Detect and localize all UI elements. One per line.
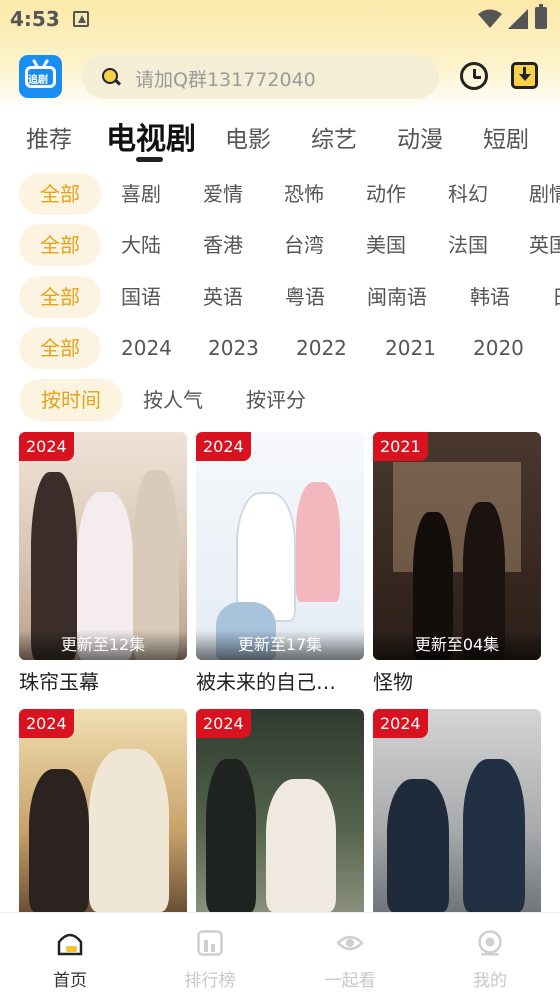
filter-chip[interactable]: 日语 — [552, 276, 560, 318]
download-icon[interactable] — [511, 62, 538, 89]
filter-chip[interactable]: 全部 — [19, 173, 101, 215]
notification-a-icon — [73, 11, 89, 27]
nav-label: 首页 — [53, 971, 87, 991]
nav-label: 我的 — [473, 971, 507, 991]
tab-anime[interactable]: 动漫 — [397, 120, 443, 154]
filter-row-language: 全部 国语 英语 粤语 闽南语 韩语 日语 — [0, 276, 560, 320]
year-badge: 2024 — [373, 709, 428, 738]
show-poster: 2024 更新至12集 — [19, 432, 187, 660]
filter-chip[interactable]: 全部 — [19, 276, 101, 318]
app-logo[interactable]: 追剧 — [19, 55, 62, 98]
show-poster: 2024 — [19, 709, 187, 912]
eye-icon — [337, 935, 363, 951]
filter-chip[interactable]: 科幻 — [448, 173, 488, 215]
filter-chip[interactable]: 2022 — [296, 327, 347, 369]
filter-chip[interactable]: 闽南语 — [367, 276, 427, 318]
filter-chip[interactable]: 恐怖 — [284, 173, 324, 215]
show-title: 怪物 — [373, 670, 413, 694]
history-icon[interactable] — [460, 62, 488, 90]
tab-movies[interactable]: 电影 — [225, 120, 271, 154]
cell-signal-icon — [508, 9, 528, 29]
filter-chip[interactable]: 法国 — [448, 224, 488, 266]
filter-chip[interactable]: 2024 — [121, 327, 172, 369]
filter-chip[interactable]: 喜剧 — [121, 173, 161, 215]
year-badge: 2024 — [196, 432, 251, 461]
update-status: 更新至12集 — [19, 630, 187, 660]
show-poster: 2024 更新至17集 — [196, 432, 364, 660]
year-badge: 2024 — [196, 709, 251, 738]
filter-chip[interactable]: 动作 — [366, 173, 406, 215]
sort-by-popularity-chip[interactable]: 按人气 — [143, 379, 203, 421]
filter-chip[interactable]: 爱情 — [203, 173, 243, 215]
filter-row-year: 全部 2024 2023 2022 2021 2020 — [0, 327, 560, 371]
filter-chip[interactable]: 2023 — [208, 327, 259, 369]
filter-chip[interactable]: 韩语 — [470, 276, 510, 318]
filter-chip[interactable]: 全部 — [19, 327, 101, 369]
filter-chip[interactable]: 香港 — [203, 224, 243, 266]
show-poster: 2021 更新至04集 — [373, 432, 541, 660]
filter-chip[interactable]: 美国 — [366, 224, 406, 266]
nav-home[interactable]: 首页 — [30, 913, 110, 995]
filter-chip[interactable]: 台湾 — [284, 224, 324, 266]
search-icon — [102, 68, 118, 84]
active-tab-indicator — [136, 157, 163, 162]
tab-tv-series[interactable]: 电视剧 — [106, 114, 196, 158]
tab-recommend[interactable]: 推荐 — [26, 120, 72, 154]
status-bar: 4:53 — [0, 0, 560, 38]
filter-chip[interactable]: 2021 — [385, 327, 436, 369]
show-poster: 2024 — [196, 709, 364, 912]
filter-chip[interactable]: 国语 — [121, 276, 161, 318]
filter-row-region: 全部 大陆 香港 台湾 美国 法国 英国 — [0, 224, 560, 268]
sort-by-rating-chip[interactable]: 按评分 — [246, 379, 306, 421]
update-status: 更新至17集 — [196, 630, 364, 660]
battery-icon — [535, 4, 547, 29]
nav-label: 一起看 — [324, 971, 376, 991]
filter-chip[interactable]: 2020 — [473, 327, 524, 369]
nav-ranking[interactable]: 排行榜 — [170, 913, 250, 995]
ranking-icon — [197, 930, 223, 956]
search-bar[interactable]: 请加Q群131772040 — [82, 54, 439, 99]
profile-icon — [478, 930, 502, 956]
show-title: 被未来的自己… — [196, 670, 336, 694]
search-placeholder: 请加Q群131772040 — [135, 69, 316, 91]
home-icon — [57, 933, 83, 956]
tab-short-drama[interactable]: 短剧 — [483, 120, 529, 154]
nav-watch-together[interactable]: 一起看 — [310, 913, 390, 995]
wifi-icon — [478, 9, 502, 28]
category-tabs: 推荐 电视剧 电影 综艺 动漫 短剧 — [0, 108, 560, 166]
filter-chip[interactable]: 剧情 — [529, 173, 560, 215]
status-time: 4:53 — [10, 7, 60, 31]
year-badge: 2024 — [19, 432, 74, 461]
logo-text: 追剧 — [28, 75, 48, 86]
nav-label: 排行榜 — [184, 971, 236, 991]
sort-row: 按时间 按人气 按评分 — [0, 379, 560, 423]
filter-chip[interactable]: 粤语 — [285, 276, 325, 318]
update-status: 更新至04集 — [373, 630, 541, 660]
filter-chip[interactable]: 英国 — [529, 224, 560, 266]
sort-by-time-chip[interactable]: 按时间 — [19, 379, 123, 421]
show-poster: 2024 — [373, 709, 541, 912]
filter-row-genre: 全部 喜剧 爱情 恐怖 动作 科幻 剧情 — [0, 173, 560, 217]
year-badge: 2024 — [19, 709, 74, 738]
year-badge: 2021 — [373, 432, 428, 461]
bottom-navigation: 首页 排行榜 一起看 我的 — [0, 912, 560, 995]
nav-profile[interactable]: 我的 — [450, 913, 530, 995]
show-title: 珠帘玉幕 — [19, 670, 99, 694]
filter-chip[interactable]: 英语 — [203, 276, 243, 318]
filter-chip[interactable]: 全部 — [19, 224, 101, 266]
filter-chip[interactable]: 大陆 — [121, 224, 161, 266]
tab-variety[interactable]: 综艺 — [311, 120, 357, 154]
